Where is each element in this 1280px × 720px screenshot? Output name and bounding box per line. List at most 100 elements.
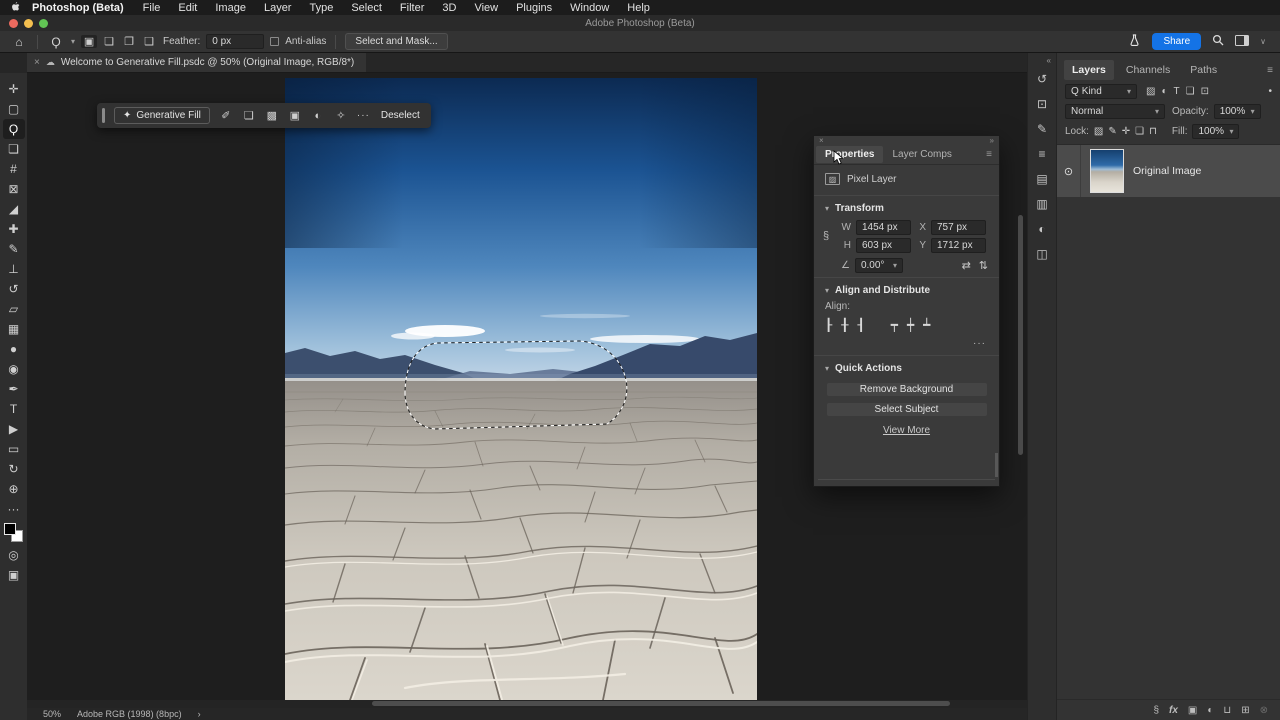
lasso-tool-icon[interactable]: Ϙ [47, 35, 65, 49]
horizontal-scrollbar-thumb[interactable] [372, 701, 950, 706]
delete-layer-icon[interactable]: ⊗ [1260, 705, 1268, 716]
filter-smart-objects-icon[interactable]: ⊡ [1201, 86, 1209, 97]
color-swatches[interactable] [4, 523, 24, 543]
tab-paths[interactable]: Paths [1182, 60, 1225, 80]
menu-3d[interactable]: 3D [433, 2, 465, 14]
vertical-scrollbar[interactable] [1018, 215, 1023, 455]
search-icon[interactable] [1212, 34, 1224, 49]
taskbar-drag-handle[interactable] [102, 108, 105, 123]
flip-vertical-icon[interactable]: ⇅ [979, 259, 988, 272]
object-selection-tool[interactable]: ❏ [3, 139, 25, 159]
eraser-tool[interactable]: ▱ [3, 299, 25, 319]
flip-horizontal-icon[interactable]: ⇄ [962, 259, 971, 272]
layer-name[interactable]: Original Image [1133, 165, 1201, 177]
share-button[interactable]: Share [1152, 33, 1201, 50]
close-panel-icon[interactable]: × [819, 136, 824, 145]
patterns-panel-icon[interactable]: ◫ [1031, 242, 1053, 267]
document-tab[interactable]: × ☁ Welcome to Generative Fill.psdc @ 50… [27, 53, 366, 72]
menu-image[interactable]: Image [206, 2, 255, 14]
menu-window[interactable]: Window [561, 2, 618, 14]
brush-settings-panel-icon[interactable]: ✎ [1031, 117, 1053, 142]
select-subject-button[interactable]: Select Subject [826, 402, 988, 417]
beta-flask-icon[interactable] [1128, 34, 1141, 50]
width-input[interactable]: 1454 px [856, 220, 911, 235]
workspace-switcher-icon[interactable] [1235, 35, 1249, 49]
align-bottom-icon[interactable]: ┷ [923, 318, 930, 332]
intersect-selection-icon[interactable]: ❑ [141, 35, 157, 48]
gradient-tool[interactable]: ▦ [3, 319, 25, 339]
clone-stamp-tool[interactable]: ⊥ [3, 259, 25, 279]
invert-selection-icon[interactable]: ▩ [265, 109, 279, 122]
canvas-area[interactable]: ✦ Generative Fill ✐ ❏ ▩ ▣ ◐ ✧ ··· Desele… [27, 73, 1027, 700]
close-window-button[interactable] [9, 19, 18, 28]
antialias-checkbox[interactable] [270, 37, 279, 46]
comments-panel-icon[interactable]: ⊡ [1031, 92, 1053, 117]
panel-scrollbar[interactable] [995, 453, 998, 477]
align-section-header[interactable]: ▾ Align and Distribute [825, 282, 988, 299]
blur-tool[interactable]: ● [3, 339, 25, 359]
filter-shape-layers-icon[interactable]: ❏ [1186, 86, 1195, 97]
adjustments-panel-icon[interactable]: ◐ [1031, 217, 1053, 242]
tab-channels[interactable]: Channels [1118, 60, 1178, 80]
fill-input[interactable]: 100%▾ [1192, 124, 1239, 139]
x-input[interactable]: 757 px [931, 220, 986, 235]
new-group-icon[interactable]: ⊔ [1223, 705, 1231, 716]
adjustment-layer-icon[interactable]: ◐ [1207, 705, 1213, 716]
brush-selection-icon[interactable]: ✐ [219, 109, 233, 122]
align-top-icon[interactable]: ┯ [891, 318, 898, 332]
expand-panels-icon[interactable]: « [1042, 53, 1056, 67]
lock-pixels-icon[interactable]: ✎ [1108, 126, 1116, 137]
link-layers-icon[interactable]: § [1153, 705, 1159, 716]
subtract-selection-icon[interactable]: ❐ [121, 35, 137, 48]
minimize-window-button[interactable] [24, 19, 33, 28]
menu-filter[interactable]: Filter [391, 2, 433, 14]
opacity-input[interactable]: 100%▾ [1214, 104, 1261, 119]
align-center-h-icon[interactable]: ╂ [841, 318, 848, 332]
menu-edit[interactable]: Edit [169, 2, 206, 14]
select-and-mask-button[interactable]: Select and Mask... [345, 33, 447, 50]
zoom-tool[interactable]: ⊕ [3, 479, 25, 499]
filter-adjustment-layers-icon[interactable]: ◐ [1161, 86, 1167, 97]
zoom-level[interactable]: 50% [43, 709, 61, 719]
menu-view[interactable]: View [465, 2, 507, 14]
menu-file[interactable]: File [134, 2, 170, 14]
canvas-image[interactable] [285, 78, 757, 700]
home-icon[interactable]: ⌂ [10, 35, 28, 49]
lock-position-icon[interactable]: ✛ [1122, 126, 1130, 137]
view-more-link[interactable]: View More [825, 425, 988, 436]
quick-mask-icon[interactable]: ◎ [3, 545, 25, 565]
add-selection-icon[interactable]: ❏ [101, 35, 117, 48]
shape-tool[interactable]: ▭ [3, 439, 25, 459]
remove-background-button[interactable]: Remove Background [826, 382, 988, 397]
libraries-panel-icon[interactable]: ▥ [1031, 192, 1053, 217]
filter-pixel-layers-icon[interactable]: ▨ [1146, 86, 1155, 97]
modify-selection-icon[interactable]: ✧ [334, 109, 348, 122]
feather-input[interactable]: 0 px [206, 34, 264, 49]
feather-contrast-icon[interactable]: ◐ [311, 110, 325, 122]
lock-artboard-icon[interactable]: ❏ [1135, 126, 1144, 137]
chevron-down-icon[interactable]: ▾ [71, 37, 75, 46]
panel-menu-icon[interactable]: ≡ [1267, 65, 1273, 76]
generative-fill-button[interactable]: ✦ Generative Fill [114, 107, 210, 124]
more-options-icon[interactable]: ··· [357, 110, 370, 121]
chevron-down-icon[interactable]: ∨ [1260, 37, 1266, 46]
tab-properties[interactable]: Properties [816, 146, 883, 163]
layer-thumbnail[interactable] [1090, 149, 1124, 193]
frame-tool[interactable]: ⊠ [3, 179, 25, 199]
mask-icon[interactable]: ▣ [288, 109, 302, 122]
tab-layers[interactable]: Layers [1064, 60, 1114, 80]
brush-tool[interactable]: ✎ [3, 239, 25, 259]
lock-transparency-icon[interactable]: ▨ [1094, 126, 1103, 137]
filter-kind-select[interactable]: Q Kind ▾ [1065, 84, 1137, 99]
add-mask-icon[interactable]: ▣ [1188, 705, 1197, 716]
tool-presets-panel-icon[interactable]: ≡ [1031, 142, 1053, 167]
type-tool[interactable]: T [3, 399, 25, 419]
path-selection-tool[interactable]: ▶ [3, 419, 25, 439]
select-subject-icon[interactable]: ❏ [242, 109, 256, 122]
menu-plugins[interactable]: Plugins [507, 2, 561, 14]
rotate-view-tool[interactable]: ↻ [3, 459, 25, 479]
align-more-icon[interactable]: ··· [825, 334, 988, 351]
status-chevron-icon[interactable]: › [198, 709, 201, 719]
move-tool[interactable]: ✛ [3, 79, 25, 99]
lock-all-icon[interactable]: ⊓ [1149, 126, 1157, 137]
